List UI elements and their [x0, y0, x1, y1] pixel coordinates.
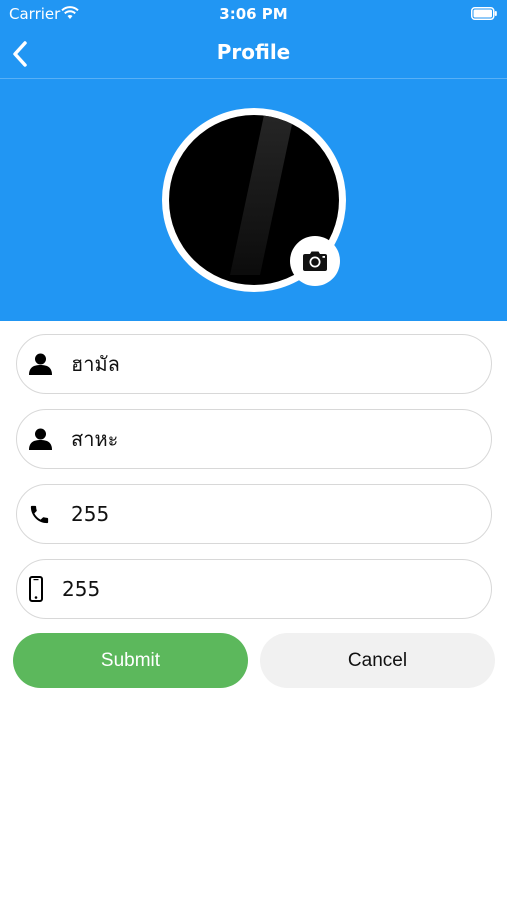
avatar-photo-detail	[229, 115, 295, 275]
change-photo-button[interactable]	[290, 236, 340, 286]
page-title: Profile	[216, 40, 291, 64]
mobile-field[interactable]	[16, 559, 492, 619]
phone-icon	[30, 505, 49, 524]
navigation-bar: Profile	[0, 30, 507, 79]
first-name-input[interactable]	[71, 349, 451, 379]
phone-field[interactable]	[16, 484, 492, 544]
battery-icon	[471, 7, 497, 20]
submit-button[interactable]: Submit	[13, 633, 248, 688]
phone-input[interactable]	[71, 499, 451, 529]
mobile-phone-icon	[29, 576, 43, 602]
camera-icon	[303, 251, 327, 271]
person-icon	[29, 428, 52, 450]
status-time: 3:06 PM	[219, 5, 288, 23]
cancel-button[interactable]: Cancel	[260, 633, 495, 688]
last-name-field[interactable]	[16, 409, 492, 469]
person-icon	[29, 353, 52, 375]
profile-header: Carrier 3:06 PM Profile	[0, 0, 507, 321]
mobile-input[interactable]	[62, 574, 442, 604]
status-bar: Carrier 3:06 PM	[0, 0, 507, 30]
last-name-input[interactable]	[71, 424, 451, 454]
first-name-field[interactable]	[16, 334, 492, 394]
